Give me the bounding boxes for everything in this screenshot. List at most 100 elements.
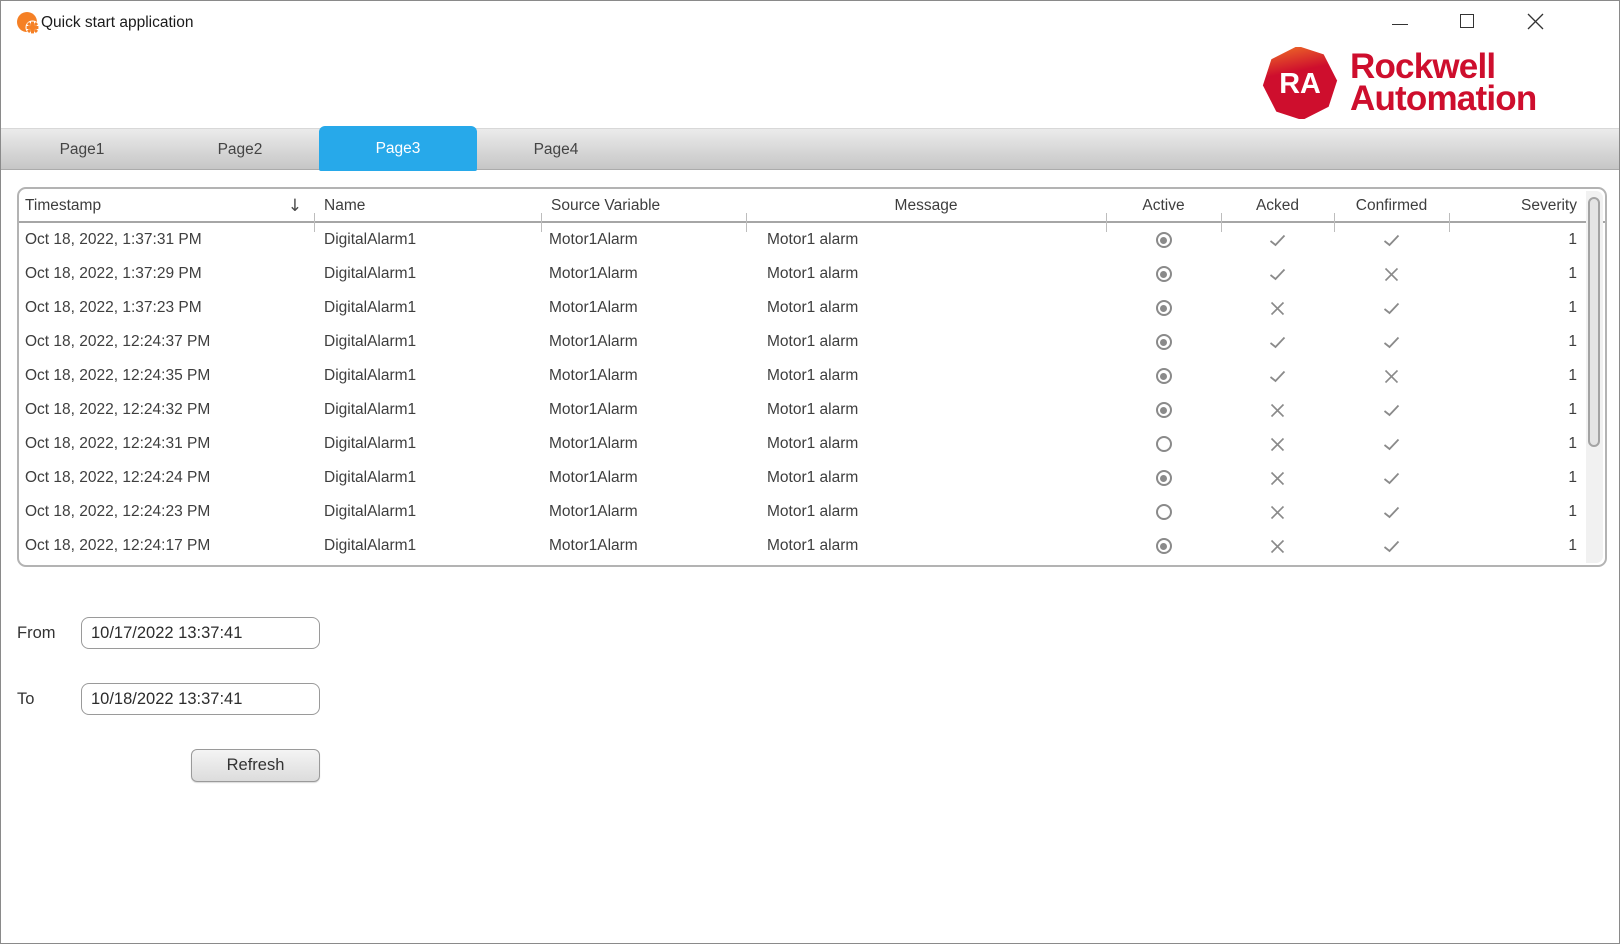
cell-active: [1106, 325, 1221, 359]
cell-message: Motor1 alarm: [746, 325, 1106, 359]
check-icon: [1383, 506, 1400, 519]
radio-empty-icon: [1156, 436, 1172, 452]
cross-icon: [1270, 437, 1285, 452]
to-datetime-input[interactable]: [81, 683, 320, 715]
table-row[interactable]: Oct 18, 2022, 1:37:29 PMDigitalAlarm1Mot…: [19, 257, 1605, 291]
from-datetime-input[interactable]: [81, 617, 320, 649]
check-icon: [1383, 540, 1400, 553]
cell-timestamp: Oct 18, 2022, 1:37:29 PM: [19, 257, 314, 291]
table-row[interactable]: Oct 18, 2022, 12:24:17 PMDigitalAlarm1Mo…: [19, 529, 1605, 563]
column-header-acked[interactable]: Acked: [1221, 189, 1334, 223]
cell-source-variable: Motor1Alarm: [541, 291, 746, 325]
column-header-source[interactable]: Source Variable: [541, 189, 746, 223]
column-header-confirmed[interactable]: Confirmed: [1334, 189, 1449, 223]
maximize-button[interactable]: [1439, 1, 1495, 41]
cross-icon: [1384, 369, 1399, 384]
close-icon: [1527, 13, 1544, 30]
scrollbar-thumb[interactable]: [1588, 197, 1600, 447]
cell-severity: 1: [1449, 393, 1605, 427]
cell-confirmed: [1334, 359, 1449, 393]
cell-message: Motor1 alarm: [746, 495, 1106, 529]
check-icon: [1269, 370, 1286, 383]
window-title: Quick start application: [41, 1, 194, 45]
cell-severity: 1: [1449, 257, 1605, 291]
cell-acked: [1221, 461, 1334, 495]
cell-name: DigitalAlarm1: [314, 393, 541, 427]
table-row[interactable]: Oct 18, 2022, 12:24:31 PMDigitalAlarm1Mo…: [19, 427, 1605, 461]
table-row[interactable]: Oct 18, 2022, 1:37:31 PMDigitalAlarm1Mot…: [19, 223, 1605, 257]
table-row[interactable]: Oct 18, 2022, 12:24:23 PMDigitalAlarm1Mo…: [19, 495, 1605, 529]
cell-name: DigitalAlarm1: [314, 257, 541, 291]
title-bar: Quick start application: [1, 1, 1619, 45]
cell-message: Motor1 alarm: [746, 461, 1106, 495]
cell-name: DigitalAlarm1: [314, 325, 541, 359]
column-header-message[interactable]: Message: [746, 189, 1106, 223]
table-row[interactable]: Oct 18, 2022, 12:24:32 PMDigitalAlarm1 Mo…: [19, 393, 1605, 427]
cell-message: Motor1 alarm: [746, 427, 1106, 461]
cell-severity: 1: [1449, 529, 1605, 563]
cell-name: DigitalAlarm1: [314, 291, 541, 325]
cell-severity: 1: [1449, 461, 1605, 495]
cell-timestamp: Oct 18, 2022, 12:24:23 PM: [19, 495, 314, 529]
cell-source-variable: Motor1Alarm: [541, 325, 746, 359]
table-header: Timestamp ↓ Name Source Variable Message…: [19, 189, 1605, 223]
cell-source-variable: Motor1Alarm: [541, 223, 746, 257]
tab-page1[interactable]: Page1: [3, 129, 161, 171]
svg-text:RA: RA: [1279, 68, 1321, 100]
cell-severity: 1: [1449, 223, 1605, 257]
close-button[interactable]: [1507, 1, 1563, 41]
ra-badge-icon: RA: [1261, 47, 1339, 119]
radio-filled-icon: [1156, 470, 1172, 486]
radio-filled-icon: [1156, 266, 1172, 282]
column-label: Timestamp: [25, 197, 101, 215]
cell-acked: [1221, 257, 1334, 291]
tab-page2[interactable]: Page2: [161, 129, 319, 171]
cell-source-variable: Motor1Alarm: [541, 495, 746, 529]
vertical-scrollbar[interactable]: [1586, 191, 1603, 563]
cell-source-variable: Motor1Alarm: [541, 461, 746, 495]
cell-timestamp: Oct 18, 2022, 12:24:32 PM: [19, 393, 314, 427]
radio-filled-icon: [1156, 300, 1172, 316]
cell-name: DigitalAlarm1: [314, 529, 541, 563]
check-icon: [1383, 302, 1400, 315]
tab-page4[interactable]: Page4: [477, 129, 635, 171]
check-icon: [1383, 336, 1400, 349]
cell-confirmed: [1334, 427, 1449, 461]
minimize-button[interactable]: [1372, 1, 1428, 41]
cell-acked: [1221, 495, 1334, 529]
column-header-severity[interactable]: Severity: [1449, 189, 1605, 223]
cell-confirmed: [1334, 529, 1449, 563]
cell-message: Motor1 alarm: [746, 529, 1106, 563]
table-row[interactable]: Oct 18, 2022, 12:24:24 PMDigitalAlarm1Mo…: [19, 461, 1605, 495]
cell-message: Motor1 alarm: [746, 393, 1106, 427]
cell-acked: [1221, 529, 1334, 563]
radio-filled-icon: [1156, 368, 1172, 384]
table-row[interactable]: Oct 18, 2022, 12:24:37 PMDigitalAlarm1Mo…: [19, 325, 1605, 359]
cell-name: DigitalAlarm1: [314, 223, 541, 257]
radio-filled-icon: [1156, 334, 1172, 350]
table-row[interactable]: Oct 18, 2022, 12:24:35 PMDigitalAlarm1Mo…: [19, 359, 1605, 393]
column-header-active[interactable]: Active: [1106, 189, 1221, 223]
cell-confirmed: [1334, 461, 1449, 495]
cell-source-variable: Motor1Alarm: [541, 359, 746, 393]
cross-icon: [1270, 505, 1285, 520]
rockwell-automation-logo: RA Rockwell Automation: [1261, 47, 1536, 119]
cell-severity: 1: [1449, 291, 1605, 325]
check-icon: [1269, 268, 1286, 281]
tab-page3[interactable]: Page3: [319, 126, 477, 171]
maximize-icon: [1460, 14, 1474, 28]
tab-bar: Page1 Page2 Page3 Page4: [1, 128, 1619, 170]
cell-confirmed: [1334, 495, 1449, 529]
cell-name: DigitalAlarm1: [314, 495, 541, 529]
cell-confirmed: [1334, 223, 1449, 257]
cell-name: DigitalAlarm1: [314, 461, 541, 495]
column-header-timestamp[interactable]: Timestamp ↓: [19, 189, 314, 223]
table-row[interactable]: Oct 18, 2022, 1:37:23 PMDigitalAlarm1Mot…: [19, 291, 1605, 325]
cell-confirmed: [1334, 291, 1449, 325]
cell-active: [1106, 291, 1221, 325]
column-header-name[interactable]: Name: [314, 189, 541, 223]
cell-confirmed: [1334, 393, 1449, 427]
refresh-button[interactable]: Refresh: [191, 749, 320, 782]
cell-active: [1106, 223, 1221, 257]
check-icon: [1269, 234, 1286, 247]
